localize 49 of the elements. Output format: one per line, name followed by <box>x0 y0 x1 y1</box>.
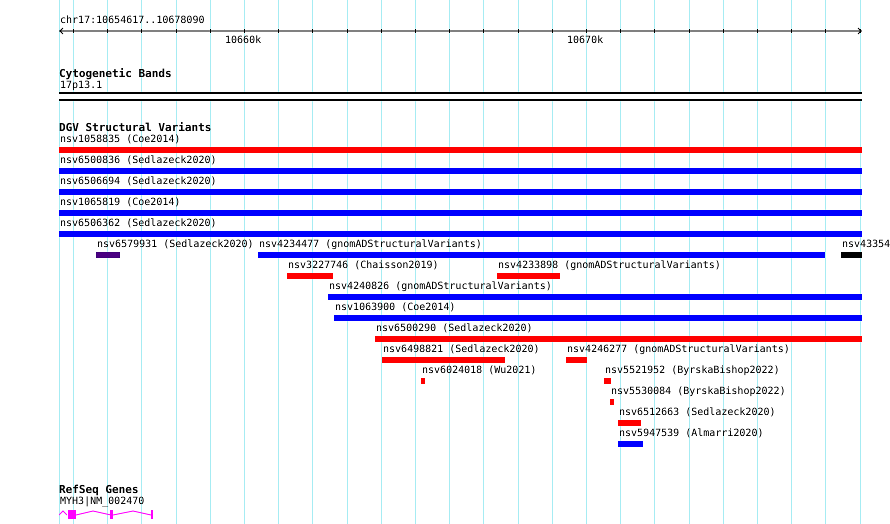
variant-label: nsv43354 <box>842 239 890 251</box>
variant-bar[interactable] <box>59 210 862 216</box>
variant-bar[interactable] <box>59 231 862 237</box>
variant-bar[interactable] <box>604 378 611 384</box>
variant-label: nsv1065819 (Coe2014) <box>60 197 180 209</box>
variant-label: nsv6498821 (Sedlazeck2020) <box>383 344 540 356</box>
gene-model-drawing[interactable] <box>59 509 154 520</box>
variant-bar[interactable] <box>59 189 862 195</box>
variant-label: nsv3227746 (Chaisson2019) <box>288 260 439 272</box>
variant-label: nsv4234477 (gnomADStructuralVariants) <box>259 239 482 251</box>
variant-label: nsv6506694 (Sedlazeck2020) <box>60 176 217 188</box>
variant-bar[interactable] <box>375 336 862 342</box>
variant-label: nsv1063900 (Coe2014) <box>335 302 456 314</box>
variant-bar[interactable] <box>610 399 614 405</box>
variant-bar[interactable] <box>497 273 560 279</box>
variant-label: nsv4240826 (gnomADStructuralVariants) <box>329 281 552 293</box>
variant-label: nsv6506362 (Sedlazeck2020) <box>60 218 217 230</box>
variant-label: nsv4233898 (gnomADStructuralVariants) <box>498 260 721 272</box>
variant-label: nsv6512663 (Sedlazeck2020) <box>619 407 776 419</box>
variant-bar[interactable] <box>382 357 505 363</box>
variant-label: nsv5530084 (ByrskaBishop2022) <box>611 386 786 398</box>
variant-bar[interactable] <box>334 315 862 321</box>
variant-bar[interactable] <box>258 252 825 258</box>
gene-label: MYH3|NM_002470 <box>60 496 144 508</box>
variant-label: nsv6500836 (Sedlazeck2020) <box>60 155 217 167</box>
variant-bar[interactable] <box>96 252 120 258</box>
variant-bar[interactable] <box>618 441 643 447</box>
variant-label: nsv6024018 (Wu2021) <box>422 365 536 377</box>
variant-bar[interactable] <box>287 273 333 279</box>
variant-label: nsv4246277 (gnomADStructuralVariants) <box>567 344 790 356</box>
variant-bar[interactable] <box>566 357 587 363</box>
track-title: Cytogenetic Bands <box>59 67 172 80</box>
variant-label: nsv1058835 (Coe2014) <box>60 134 180 146</box>
variant-bar[interactable] <box>328 294 862 300</box>
variant-bar[interactable] <box>59 147 862 153</box>
variant-bar[interactable] <box>59 168 862 174</box>
variant-label: nsv6500290 (Sedlazeck2020) <box>376 323 533 335</box>
band-label: 17p13.1 <box>60 80 102 92</box>
tick-label: 10670k <box>567 35 604 47</box>
track-title: DGV Structural Variants <box>59 121 212 134</box>
variant-label: nsv5947539 (Almarri2020) <box>619 428 764 440</box>
variant-bar[interactable] <box>841 252 862 258</box>
variant-bar[interactable] <box>421 378 425 384</box>
location-label: chr17:10654617..10678090 <box>60 15 204 27</box>
variant-bar[interactable] <box>618 420 641 426</box>
tick-label: 10660k <box>225 35 262 47</box>
track-title: RefSeq Genes <box>59 483 138 496</box>
variant-label: nsv5521952 (ByrskaBishop2022) <box>605 365 780 377</box>
variant-label: nsv6579931 (Sedlazeck2020) <box>97 239 254 251</box>
